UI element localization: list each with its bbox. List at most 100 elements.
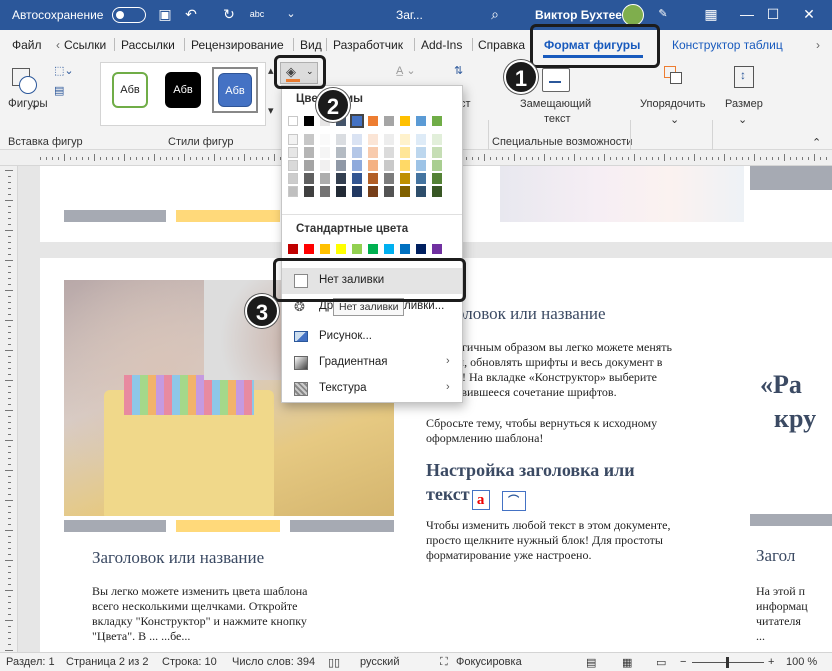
theme-color-swatch[interactable] [350, 114, 364, 128]
theme-color-swatch[interactable] [368, 186, 378, 197]
autosave-toggle[interactable] [112, 7, 146, 23]
paragraph-3[interactable]: Чтобы изменить любой текст в этом докуме… [426, 518, 670, 563]
theme-color-swatch[interactable] [336, 173, 346, 184]
standard-color-swatch[interactable] [432, 244, 442, 254]
shapes-button[interactable]: Фигуры [8, 98, 48, 110]
styles-scroll-up[interactable]: ▴ [268, 64, 274, 77]
paragraph-1[interactable]: огичным образом вы легко можете менять ы… [456, 340, 672, 400]
zoom-in-icon[interactable]: + [768, 656, 774, 668]
left-paragraph[interactable]: Вы легко можете изменить цвета шаблона в… [92, 584, 372, 644]
standard-color-swatch[interactable] [352, 244, 362, 254]
status-page[interactable]: Страница 2 из 2 [66, 656, 148, 668]
theme-color-swatch[interactable] [416, 116, 426, 126]
theme-color-swatch[interactable] [368, 116, 378, 126]
theme-color-swatch[interactable] [384, 160, 394, 171]
theme-color-swatch[interactable] [320, 147, 330, 158]
theme-color-swatch[interactable] [304, 116, 314, 126]
theme-color-swatch[interactable] [400, 173, 410, 184]
right-quote[interactable]: «Ра [760, 370, 802, 400]
tab-review[interactable]: Рецензирование [191, 38, 284, 52]
theme-color-swatch[interactable] [368, 134, 378, 145]
standard-color-swatch[interactable] [416, 244, 426, 254]
theme-color-swatch[interactable] [288, 186, 298, 197]
theme-color-swatch[interactable] [432, 134, 442, 145]
theme-color-swatch[interactable] [336, 134, 346, 145]
theme-color-swatch[interactable] [432, 186, 442, 197]
tab-mailings[interactable]: Рассылки [121, 38, 175, 52]
status-section[interactable]: Раздел: 1 [6, 656, 55, 668]
zoom-out-icon[interactable]: − [680, 656, 686, 668]
theme-color-swatch[interactable] [336, 186, 346, 197]
theme-color-swatch[interactable] [384, 186, 394, 197]
tab-table-design[interactable]: Конструктор таблиц [672, 38, 783, 52]
theme-color-swatch[interactable] [352, 147, 362, 158]
texture-fill-item[interactable]: Текстура › [282, 376, 462, 402]
theme-color-swatch[interactable] [352, 134, 362, 145]
spelling-icon[interactable]: abc [248, 5, 266, 23]
theme-color-swatch[interactable] [416, 173, 426, 184]
theme-color-swatch[interactable] [384, 147, 394, 158]
picture-fill-item[interactable]: Рисунок... [282, 324, 462, 350]
theme-color-swatch[interactable] [320, 160, 330, 171]
arrange-icon[interactable] [664, 66, 684, 86]
tab-view[interactable]: Вид [300, 38, 322, 52]
status-language[interactable]: русский [360, 656, 399, 668]
heading-1[interactable]: оловок или название [456, 304, 606, 324]
search-icon[interactable]: ⌕ [486, 5, 504, 23]
style-swatch-black[interactable]: Абв [165, 72, 201, 108]
theme-color-swatch[interactable] [288, 173, 298, 184]
tab-file[interactable]: Файл [12, 38, 42, 52]
shapes-icon[interactable] [10, 66, 40, 96]
styles-more[interactable]: ▾ [268, 104, 274, 117]
theme-color-swatch[interactable] [288, 116, 298, 126]
size-button[interactable]: Размер [725, 98, 763, 110]
theme-color-swatch[interactable] [432, 116, 442, 126]
theme-color-swatch[interactable] [400, 160, 410, 171]
ribbon-display-icon[interactable]: ▦ [702, 5, 720, 23]
tab-help[interactable]: Справка [478, 38, 525, 52]
theme-color-swatch[interactable] [304, 186, 314, 197]
avatar[interactable] [622, 4, 644, 26]
theme-color-swatch[interactable] [400, 134, 410, 145]
theme-color-swatch[interactable] [320, 173, 330, 184]
theme-color-swatch[interactable] [304, 147, 314, 158]
alt-text-button[interactable]: Замещающий [520, 98, 591, 110]
theme-color-swatch[interactable] [288, 134, 298, 145]
right-quote-2[interactable]: кру [774, 404, 816, 434]
tab-links[interactable]: Ссылки [64, 38, 106, 52]
theme-color-swatch[interactable] [400, 116, 410, 126]
theme-color-swatch[interactable] [288, 160, 298, 171]
arrange-button[interactable]: Упорядочить [640, 98, 705, 110]
zoom-level[interactable]: 100 % [786, 656, 817, 668]
theme-color-swatch[interactable] [400, 186, 410, 197]
vertical-ruler[interactable] [0, 166, 18, 652]
theme-color-swatch[interactable] [320, 186, 330, 197]
undo-icon[interactable]: ↶ [182, 5, 200, 23]
standard-color-swatch[interactable] [384, 244, 394, 254]
theme-color-swatch[interactable] [304, 173, 314, 184]
standard-color-swatch[interactable] [288, 244, 298, 254]
theme-color-swatch[interactable] [400, 147, 410, 158]
theme-color-swatch[interactable] [432, 173, 442, 184]
text-direction-icon[interactable]: ⇅ [454, 64, 463, 77]
focus-icon[interactable]: ⛶ [440, 656, 448, 669]
status-line[interactable]: Строка: 10 [162, 656, 217, 668]
text-fill-icon[interactable]: A̲ ⌄ [396, 64, 416, 77]
theme-color-swatch[interactable] [352, 160, 362, 171]
theme-color-swatch[interactable] [416, 147, 426, 158]
theme-color-swatch[interactable] [432, 147, 442, 158]
theme-color-swatch[interactable] [352, 173, 362, 184]
theme-color-swatch[interactable] [320, 134, 330, 145]
zoom-slider[interactable] [692, 657, 764, 668]
document-title[interactable]: Заг... [396, 8, 423, 22]
theme-color-swatch[interactable] [384, 116, 394, 126]
ribbon-collapse-icon[interactable]: ⌃ [812, 136, 821, 149]
theme-color-swatch[interactable] [336, 147, 346, 158]
edit-shape-icon[interactable]: ⬚⌄ [54, 64, 74, 77]
heading-2[interactable]: Настройка заголовка или текст a ⌒ [426, 458, 635, 511]
theme-color-swatch[interactable] [416, 134, 426, 145]
right-paragraph[interactable]: На этой п информац читателя ... [756, 584, 808, 644]
print-layout-icon[interactable]: ▦ [622, 656, 632, 669]
gradient-fill-item[interactable]: Градиентная › [282, 350, 462, 376]
status-words[interactable]: Число слов: 394 [232, 656, 315, 668]
